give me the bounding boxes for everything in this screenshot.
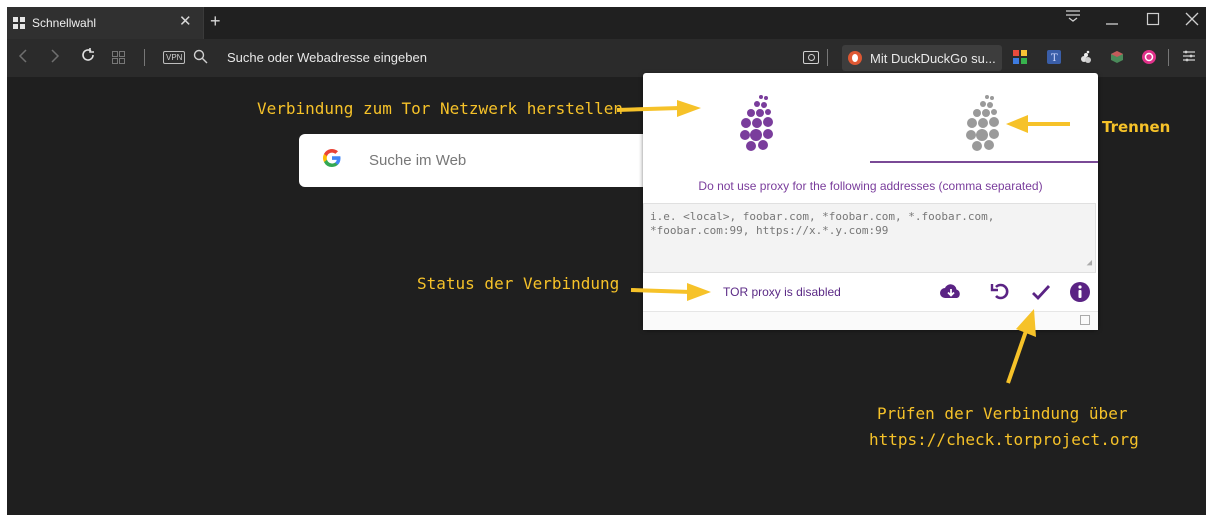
- annotation-status: Status der Verbindung: [417, 274, 620, 293]
- separator: [144, 49, 145, 66]
- connection-status: TOR proxy is disabled: [723, 285, 841, 299]
- tor-disconnect-icon[interactable]: [961, 91, 1005, 160]
- tab-close-icon[interactable]: ✕: [179, 12, 192, 30]
- no-proxy-label: Do not use proxy for the following addre…: [698, 179, 1043, 193]
- search-icon: [193, 49, 208, 69]
- check-connection-icon[interactable]: [1030, 281, 1052, 303]
- translate-extension-icon[interactable]: T: [1047, 50, 1061, 64]
- tor-onion-extension-icon[interactable]: [1079, 50, 1093, 64]
- arrow-check: [1006, 309, 1036, 384]
- undo-icon[interactable]: [989, 281, 1011, 303]
- annotation-disconnect: Trennen: [1102, 118, 1171, 136]
- separator: [1168, 49, 1169, 66]
- reload-icon[interactable]: [80, 47, 96, 68]
- pink-extension-icon[interactable]: [1142, 50, 1156, 64]
- speed-dial-icon: [13, 17, 26, 30]
- extension-pinwheel-icon[interactable]: [1013, 50, 1027, 64]
- google-icon: [321, 147, 343, 176]
- mode-indicator: [870, 161, 1098, 163]
- duckduckgo-tab-title: Mit DuckDuckGo su...: [870, 51, 996, 66]
- arrow-status: [630, 283, 711, 301]
- duckduckgo-search-tab[interactable]: Mit DuckDuckGo su...: [842, 45, 1002, 71]
- web-search-placeholder: Suche im Web: [369, 152, 467, 169]
- web-search-box[interactable]: Suche im Web: [299, 134, 659, 187]
- arrow-connect: [616, 100, 701, 117]
- address-input[interactable]: Suche oder Webadresse eingeben: [227, 50, 427, 65]
- browser-window: Schnellwahl ✕ + VPN Suche oder Webadress…: [7, 7, 1206, 515]
- info-icon[interactable]: [1069, 281, 1091, 303]
- apps-grid-icon[interactable]: [112, 51, 125, 64]
- forward-button[interactable]: [50, 48, 60, 69]
- snapshot-icon[interactable]: [803, 51, 819, 64]
- back-button[interactable]: [18, 48, 28, 69]
- annotation-check-line2: https://check.torproject.org: [869, 430, 1139, 449]
- new-tab-button[interactable]: +: [210, 11, 221, 32]
- separator: [827, 49, 828, 66]
- vpn-badge[interactable]: VPN: [163, 51, 186, 64]
- annotation-connect: Verbindung zum Tor Netzwerk herstellen: [257, 99, 624, 118]
- resize-handle-icon[interactable]: ◢: [1087, 256, 1092, 270]
- cloud-download-icon[interactable]: [939, 281, 961, 303]
- tab-bar: Schnellwahl ✕ +: [7, 7, 1206, 39]
- arrow-disconnect: [1006, 115, 1070, 133]
- tab-list-icon[interactable]: [1065, 9, 1081, 41]
- menu-icon[interactable]: [1182, 49, 1196, 66]
- tor-connect-icon[interactable]: [735, 91, 779, 160]
- cube-extension-icon[interactable]: [1110, 50, 1124, 64]
- tab-title: Schnellwahl: [32, 16, 97, 30]
- address-bar: VPN Suche oder Webadresse eingeben Mit D…: [7, 39, 1206, 77]
- annotation-check-line1: Prüfen der Verbindung über: [877, 404, 1128, 423]
- duckduckgo-icon: [848, 51, 862, 65]
- tab-speed-dial[interactable]: Schnellwahl ✕: [7, 7, 204, 39]
- exclusions-placeholder: i.e. <local>, foobar.com, *foobar.com, *…: [650, 210, 995, 237]
- svg-text:T: T: [1051, 53, 1058, 64]
- proxy-exclusions-textarea[interactable]: i.e. <local>, foobar.com, *foobar.com, *…: [643, 203, 1096, 273]
- pin-window-icon[interactable]: [1080, 315, 1090, 325]
